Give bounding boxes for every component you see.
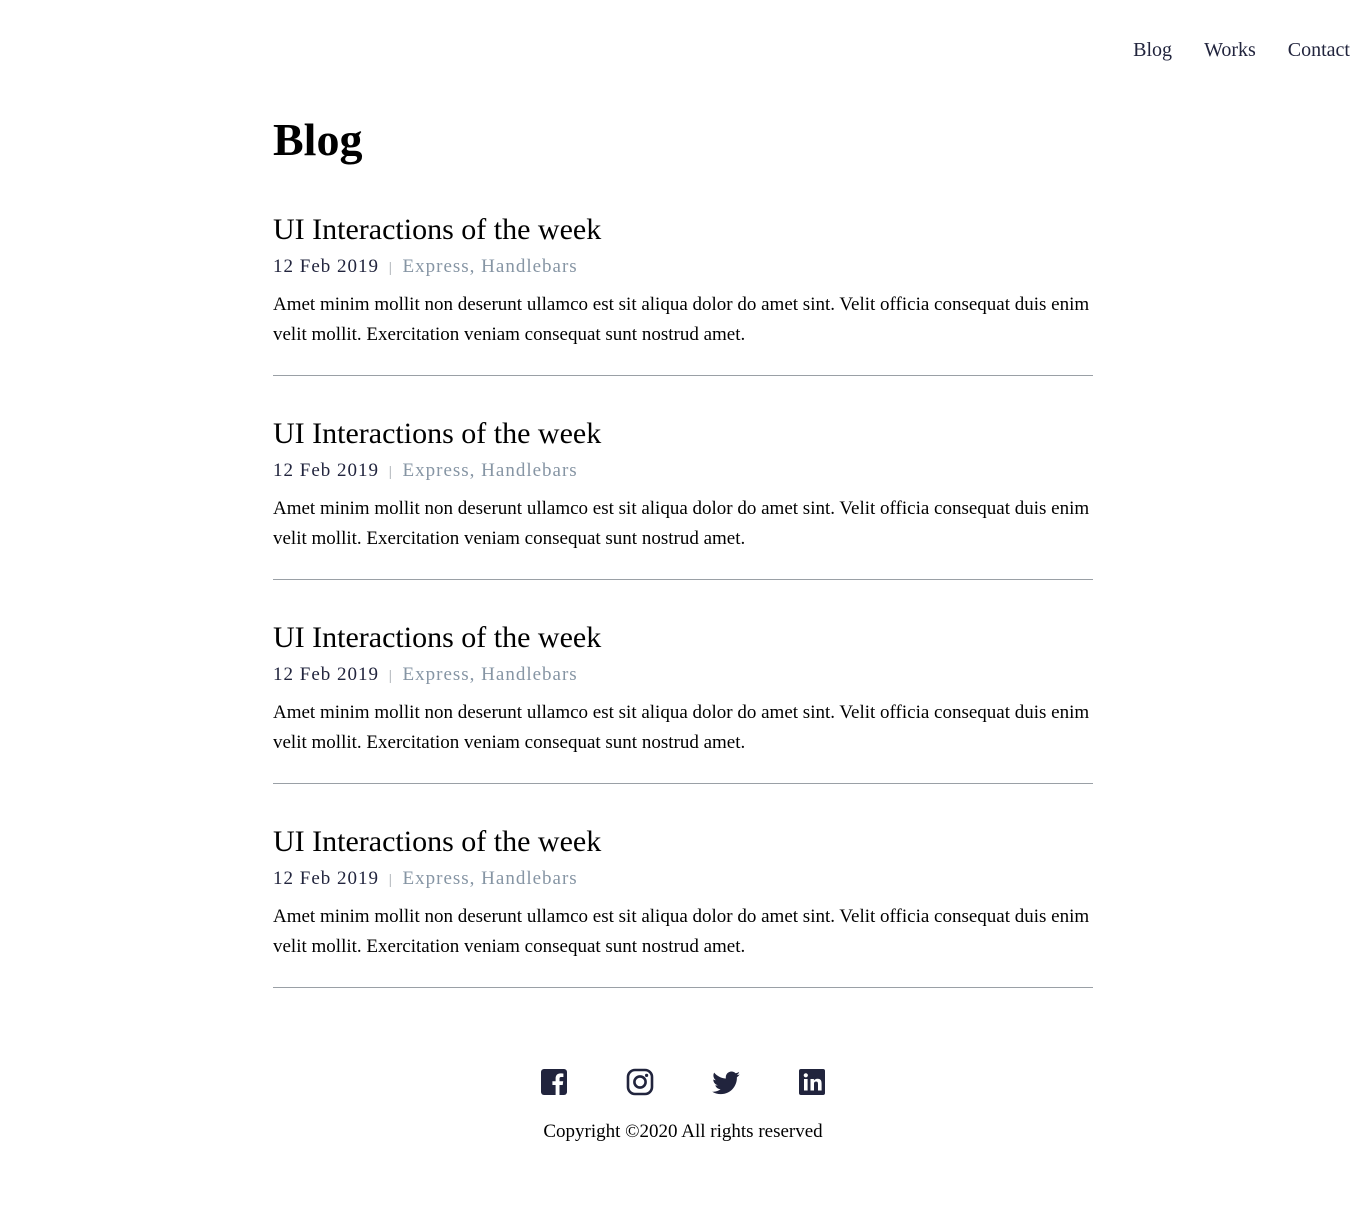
- facebook-icon[interactable]: [538, 1066, 570, 1098]
- main-content: Blog UI Interactions of the week 12 Feb …: [273, 110, 1093, 1026]
- meta-separator: |: [388, 464, 393, 480]
- post-meta: 12 Feb 2019 | Express, Handlebars: [273, 459, 1093, 484]
- post-date: 12 Feb 2019: [273, 256, 379, 277]
- meta-separator: |: [388, 668, 393, 684]
- top-nav: Blog Works Contact: [1101, 38, 1350, 62]
- post-excerpt: Amet minim mollit non deserunt ullamco e…: [273, 906, 1090, 957]
- nav-link-works[interactable]: Works: [1204, 38, 1256, 62]
- post-item: UI Interactions of the week 12 Feb 2019 …: [273, 822, 1093, 988]
- social-links: [0, 1066, 1366, 1098]
- post-tags: Express, Handlebars: [402, 664, 578, 685]
- post-excerpt: Amet minim mollit non deserunt ullamco e…: [273, 702, 1090, 753]
- nav-link-contact[interactable]: Contact: [1288, 38, 1350, 62]
- post-title[interactable]: UI Interactions of the week: [273, 822, 1093, 862]
- post-tags: Express, Handlebars: [402, 256, 578, 277]
- post-excerpt: Amet minim mollit non deserunt ullamco e…: [273, 294, 1090, 345]
- instagram-icon[interactable]: [624, 1066, 656, 1098]
- post-tags: Express, Handlebars: [402, 460, 578, 481]
- page-title: Blog: [273, 114, 363, 165]
- post-title[interactable]: UI Interactions of the week: [273, 210, 1093, 250]
- footer: Copyright ©2020 All rights reserved: [0, 1066, 1366, 1143]
- post-meta: 12 Feb 2019 | Express, Handlebars: [273, 867, 1093, 892]
- post-tags: Express, Handlebars: [402, 868, 578, 889]
- meta-separator: |: [388, 872, 393, 888]
- post-title[interactable]: UI Interactions of the week: [273, 618, 1093, 658]
- copyright-text: Copyright ©2020 All rights reserved: [543, 1121, 823, 1142]
- post-excerpt: Amet minim mollit non deserunt ullamco e…: [273, 498, 1090, 549]
- post-date: 12 Feb 2019: [273, 460, 379, 481]
- post-meta: 12 Feb 2019 | Express, Handlebars: [273, 663, 1093, 688]
- linkedin-icon[interactable]: [796, 1066, 828, 1098]
- post-list: UI Interactions of the week 12 Feb 2019 …: [273, 210, 1093, 988]
- nav-link-blog[interactable]: Blog: [1133, 38, 1172, 62]
- post-date: 12 Feb 2019: [273, 664, 379, 685]
- post-item: UI Interactions of the week 12 Feb 2019 …: [273, 414, 1093, 580]
- post-title[interactable]: UI Interactions of the week: [273, 414, 1093, 454]
- twitter-icon[interactable]: [710, 1066, 742, 1098]
- post-item: UI Interactions of the week 12 Feb 2019 …: [273, 618, 1093, 784]
- meta-separator: |: [388, 260, 393, 276]
- post-meta: 12 Feb 2019 | Express, Handlebars: [273, 255, 1093, 280]
- post-item: UI Interactions of the week 12 Feb 2019 …: [273, 210, 1093, 376]
- post-date: 12 Feb 2019: [273, 868, 379, 889]
